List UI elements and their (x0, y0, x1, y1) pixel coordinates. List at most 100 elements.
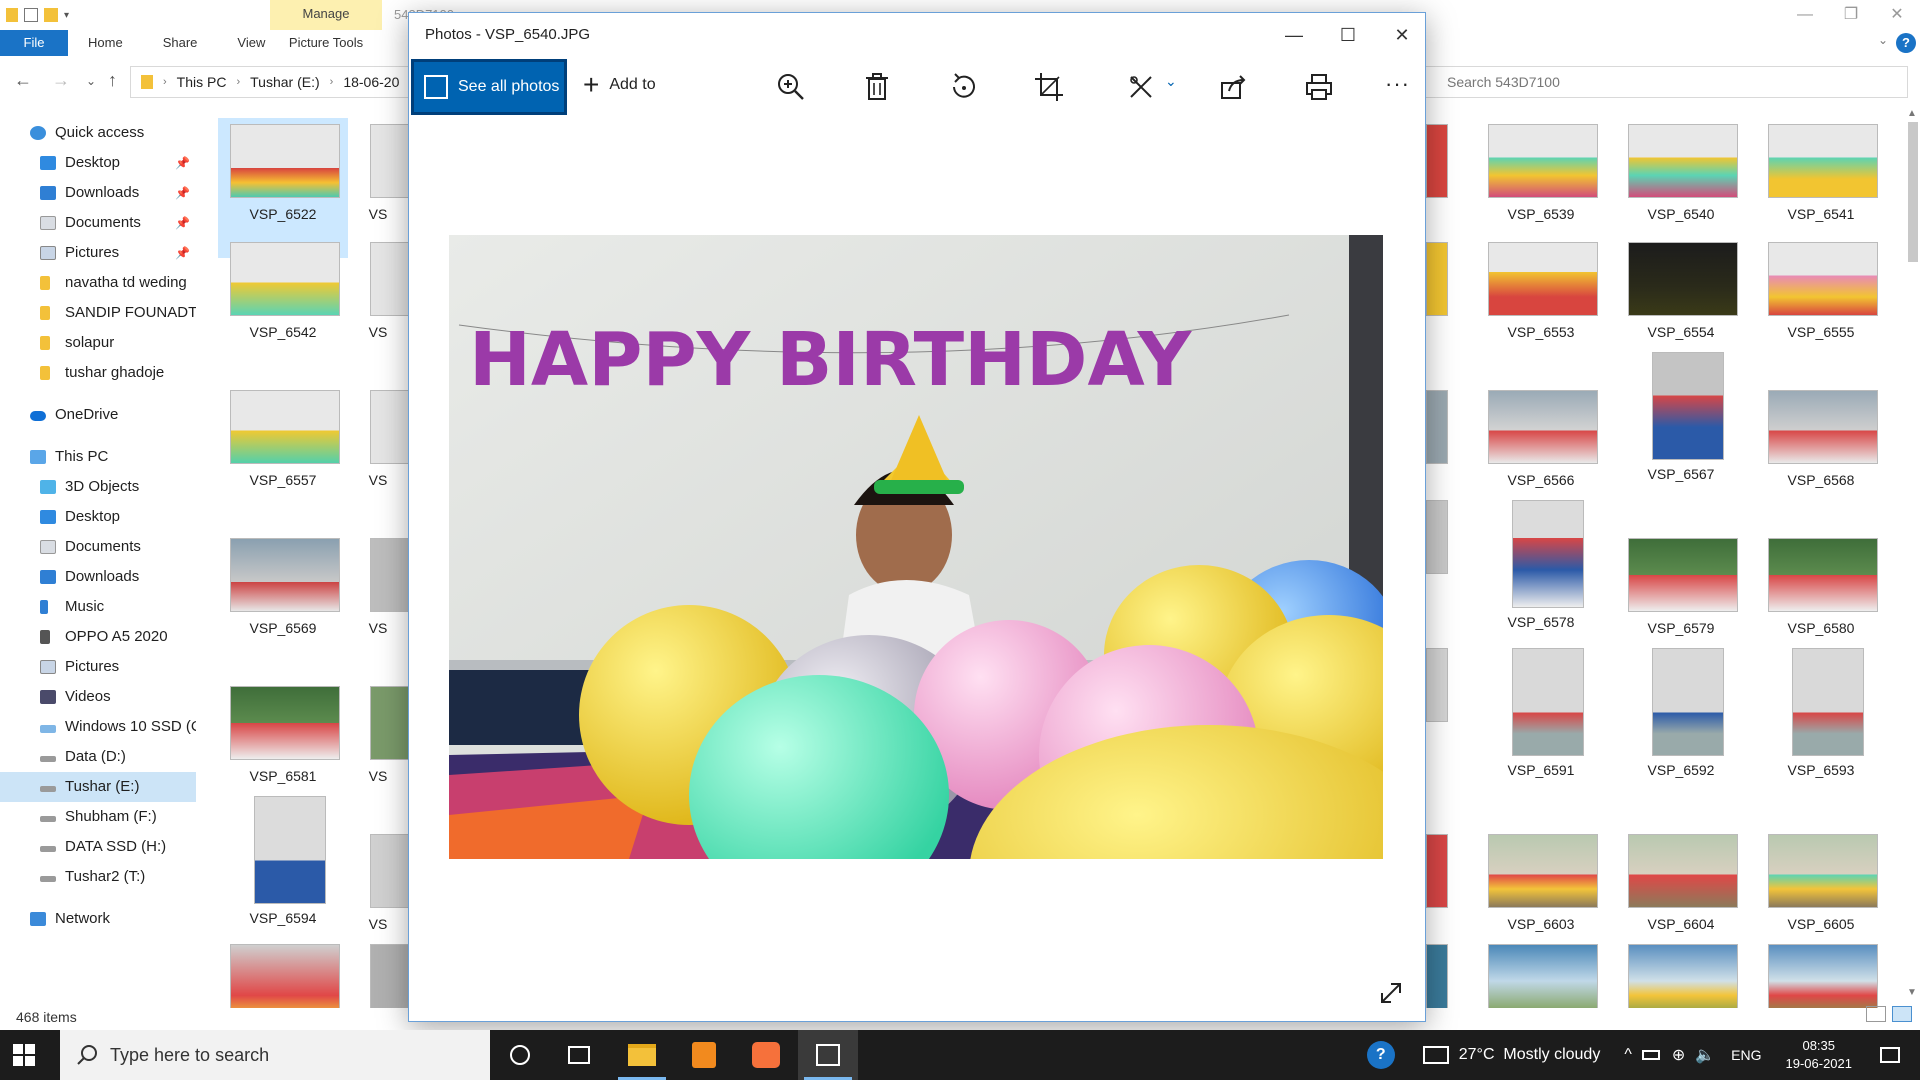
photos-close-button[interactable]: ✕ (1379, 19, 1425, 51)
expand-ribbon-icon[interactable]: ⌄ (1878, 33, 1888, 47)
tab-picture-tools[interactable]: Picture Tools (270, 30, 382, 56)
file-thumbnail[interactable]: VSP_6567 (1616, 346, 1746, 486)
see-all-photos-button[interactable]: See all photos (411, 59, 567, 115)
nav-drive-c[interactable]: Windows 10 SSD (C (0, 712, 196, 742)
file-thumbnail[interactable] (1616, 938, 1746, 1008)
properties-icon[interactable] (24, 8, 38, 22)
file-thumbnail[interactable]: VSP_6592 (1616, 642, 1746, 782)
language-indicator[interactable]: ENG (1731, 1047, 1761, 1063)
scroll-down-icon[interactable]: ▼ (1907, 987, 1917, 998)
nav-music[interactable]: Music (0, 592, 196, 622)
nav-downloads[interactable]: Downloads 📌 (0, 178, 196, 208)
weather-status[interactable]: 27°C Mostly cloudy (1459, 1046, 1601, 1064)
nav-folder-navatha[interactable]: navatha td weding (0, 268, 196, 298)
breadcrumb-drive[interactable]: Tushar (E:) (250, 74, 320, 90)
nav-desktop[interactable]: Desktop 📌 (0, 148, 196, 178)
nav-drive-t[interactable]: Tushar2 (T:) (0, 862, 196, 892)
notifications-icon[interactable] (1880, 1047, 1900, 1063)
up-icon[interactable]: ↑ (108, 70, 117, 91)
file-explorer-taskbar-button[interactable] (612, 1030, 672, 1080)
share-icon[interactable] (1217, 71, 1249, 103)
chevron-up-icon[interactable]: ^ (1624, 1046, 1632, 1064)
file-thumbnail[interactable]: 77 (1408, 494, 1476, 634)
file-thumbnail[interactable]: VS (358, 532, 412, 672)
full-screen-icon[interactable] (1377, 979, 1405, 1007)
manage-contextual-tab[interactable]: Manage (270, 0, 382, 30)
print-icon[interactable] (1303, 71, 1335, 103)
nav-quick-access[interactable]: Quick access (0, 118, 196, 148)
more-options-icon[interactable]: ··· (1385, 71, 1410, 97)
photos-taskbar-button[interactable] (798, 1030, 858, 1080)
file-thumbnail[interactable]: VS (358, 236, 412, 376)
nav-drive-d[interactable]: Data (D:) (0, 742, 196, 772)
nav-folder-solapur[interactable]: solapur (0, 328, 196, 358)
file-thumbnail[interactable]: VS (358, 680, 412, 820)
nav-documents[interactable]: Documents 📌 (0, 208, 196, 238)
recent-locations-icon[interactable]: ⌄ (86, 74, 96, 88)
address-bar[interactable]: › This PC › Tushar (E:) › 18-06-20 (130, 66, 430, 98)
file-thumbnail[interactable]: VSP_6557 (218, 384, 348, 524)
large-icons-view-icon[interactable] (1892, 1006, 1912, 1022)
file-thumbnail[interactable]: VSP_6594 (218, 790, 348, 930)
nav-pc-desktop[interactable]: Desktop (0, 502, 196, 532)
file-thumbnail[interactable]: VSP_6555 (1756, 236, 1886, 376)
tab-home[interactable]: Home (68, 30, 143, 56)
nav-folder-sandip[interactable]: SANDIP FOUNADTI( (0, 298, 196, 328)
network-globe-icon[interactable]: ⊕ (1672, 1045, 1685, 1065)
tab-share[interactable]: Share (143, 30, 218, 56)
nav-onedrive[interactable]: OneDrive (0, 400, 196, 430)
help-tips-icon[interactable]: ? (1366, 1041, 1395, 1069)
clock[interactable]: 08:35 19-06-2021 (1786, 1037, 1853, 1073)
windows-start-icon[interactable] (12, 1043, 36, 1067)
chevron-down-icon[interactable]: ⌄ (1165, 73, 1177, 90)
file-thumbnail[interactable] (1476, 938, 1606, 1008)
file-thumbnail[interactable]: VSP_6593 (1756, 642, 1886, 782)
edit-enhance-icon[interactable] (1125, 71, 1157, 103)
photos-maximize-button[interactable]: ☐ (1325, 19, 1371, 51)
taskbar-search-box[interactable]: Type here to search (60, 1030, 490, 1080)
nav-oppo-device[interactable]: OPPO A5 2020 (0, 622, 196, 652)
search-input[interactable]: Search 543D7100 (1418, 66, 1908, 98)
explorer-close-button[interactable]: ✕ (1874, 0, 1920, 30)
nav-pc-pictures[interactable]: Pictures (0, 652, 196, 682)
new-folder-icon[interactable] (44, 8, 58, 22)
scrollbar-thumb[interactable] (1908, 122, 1918, 262)
nav-this-pc[interactable]: This PC (0, 442, 196, 472)
nav-pictures[interactable]: Pictures 📌 (0, 238, 196, 268)
details-view-icon[interactable] (1866, 1006, 1886, 1022)
file-thumbnail[interactable] (1756, 938, 1886, 1008)
scroll-up-icon[interactable]: ▲ (1907, 108, 1917, 119)
breadcrumb-this-pc[interactable]: This PC (177, 74, 227, 90)
file-thumbnail[interactable]: VS (358, 384, 412, 524)
crop-icon[interactable] (1033, 71, 1065, 103)
file-thumbnail[interactable]: VSP_6568 (1756, 384, 1886, 524)
weather-icon[interactable] (1422, 1046, 1449, 1064)
nav-videos[interactable]: Videos (0, 682, 196, 712)
nav-pc-downloads[interactable]: Downloads (0, 562, 196, 592)
zoom-in-icon[interactable] (775, 71, 807, 103)
photos-minimize-button[interactable]: — (1271, 19, 1317, 51)
battery-icon[interactable] (1641, 1050, 1660, 1060)
nav-drive-f[interactable]: Shubham (F:) (0, 802, 196, 832)
file-thumbnail[interactable]: 52 (1408, 236, 1476, 376)
delete-icon[interactable] (861, 71, 893, 103)
help-icon[interactable]: ? (1896, 33, 1916, 53)
file-thumbnail[interactable]: VSP_6569 (218, 532, 348, 672)
add-to-button[interactable]: + Add to (583, 71, 656, 99)
rotate-icon[interactable] (947, 71, 979, 103)
explorer-restore-button[interactable]: ❐ (1828, 0, 1874, 30)
customize-quick-access-icon[interactable]: ▾ (64, 10, 69, 21)
displayed-photo[interactable]: HAPPY BIRTHDAY (449, 235, 1383, 859)
file-thumbnail[interactable]: VSP_6553 (1476, 236, 1606, 376)
back-icon[interactable]: ← (14, 70, 32, 91)
file-thumbnail[interactable]: VSP_6578 (1476, 494, 1606, 634)
tab-file[interactable]: File (0, 30, 68, 56)
xampp-taskbar-button[interactable] (736, 1030, 796, 1080)
nav-drive-h[interactable]: DATA SSD (H:) (0, 832, 196, 862)
nav-drive-e[interactable]: Tushar (E:) (0, 772, 196, 802)
breadcrumb-folder[interactable]: 18-06-20 (343, 74, 399, 90)
file-thumbnail[interactable] (1426, 938, 1476, 1008)
nav-network[interactable]: Network (0, 904, 196, 934)
cortana-button[interactable] (490, 1030, 550, 1080)
explorer-vertical-scrollbar[interactable]: ▲ ▼ (1904, 108, 1920, 998)
